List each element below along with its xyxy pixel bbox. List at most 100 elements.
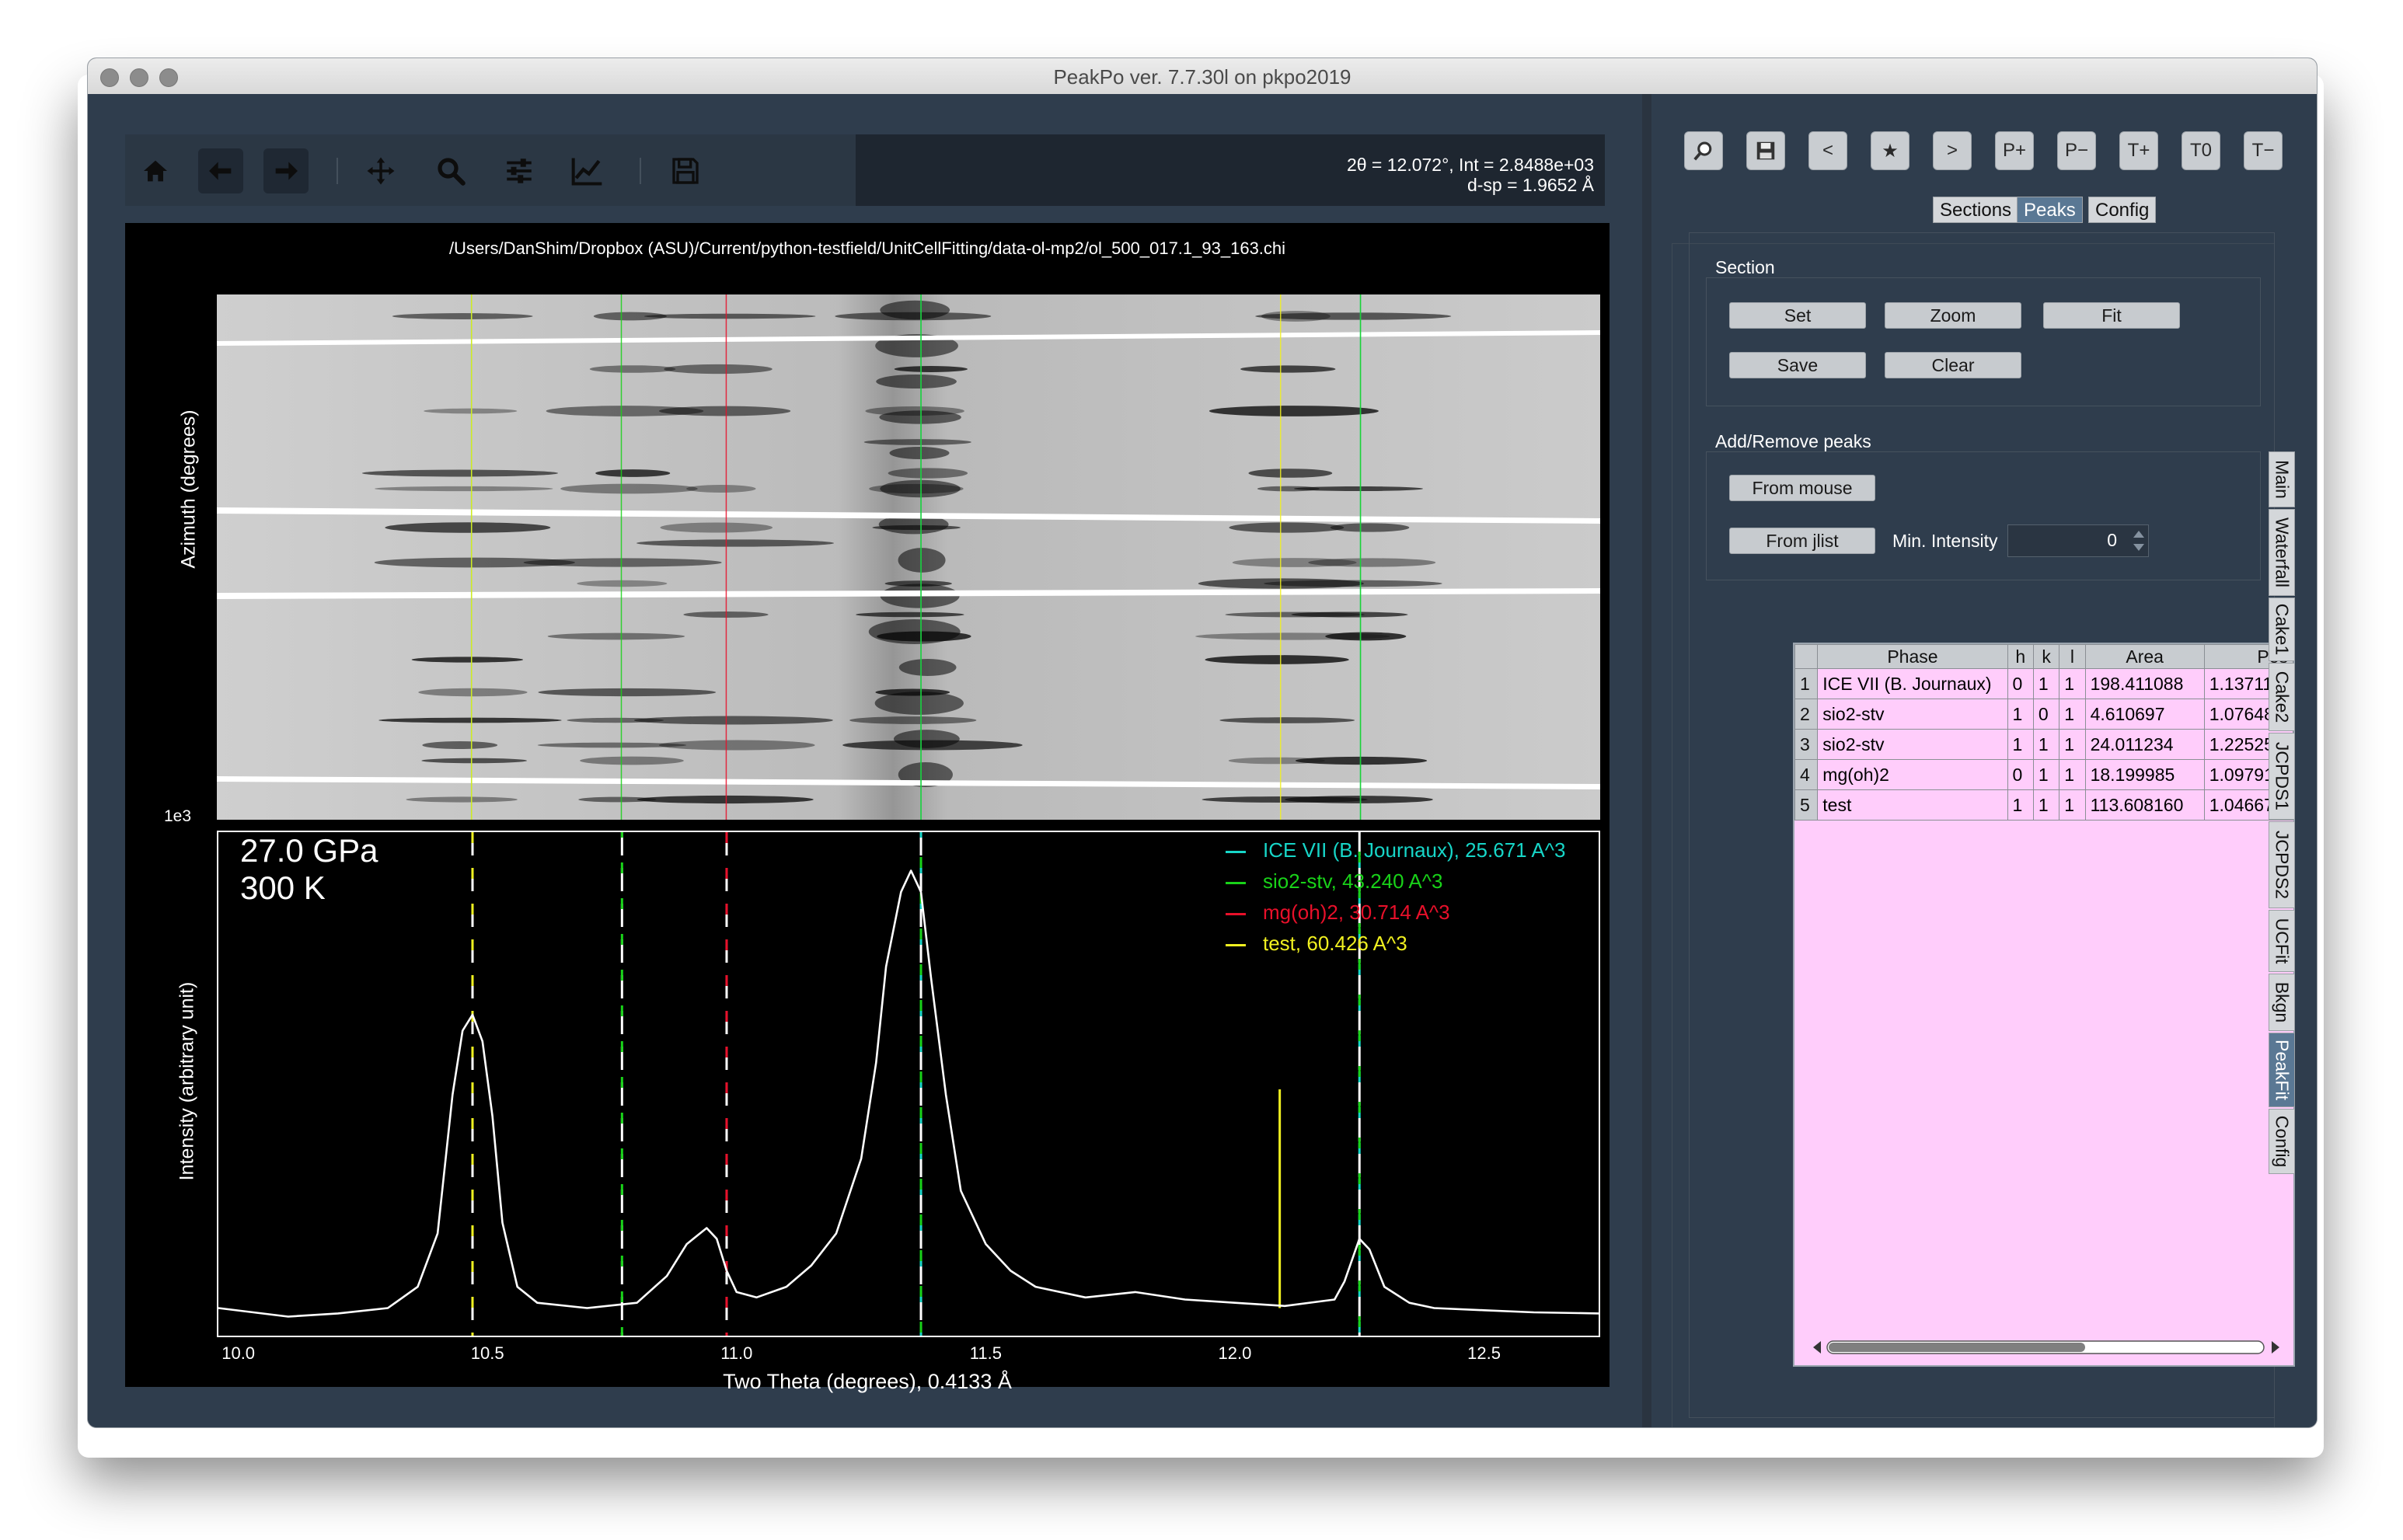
side-tab-cake2[interactable]: Cake2 xyxy=(2269,663,2295,731)
row-number[interactable]: 3 xyxy=(1794,729,1819,760)
temperature-down-button[interactable]: T− xyxy=(2244,131,2283,170)
side-tab-jcpds1[interactable]: JCPDS1 xyxy=(2269,733,2295,820)
table-row[interactable]: 2 sio2-stv 1 0 1 4.610697 1.07648 xyxy=(1794,699,2293,730)
peak-table-grid: Phase h k l Area Pos 1ICE VII (B. Journa… xyxy=(1794,644,2293,821)
tab-sections[interactable]: Sections xyxy=(1933,197,2019,223)
cell-l[interactable]: 1 xyxy=(2059,668,2086,699)
side-tab-bkgn[interactable]: Bkgn xyxy=(2269,974,2295,1031)
side-tab-jcpds2[interactable]: JCPDS2 xyxy=(2269,821,2295,908)
table-row[interactable]: 4 mg(oh)2 0 1 1 18.199985 1.09791 xyxy=(1794,759,2293,790)
side-tab-label: Main xyxy=(2272,460,2293,499)
search-icon[interactable] xyxy=(1684,131,1723,170)
section-group-label: Section xyxy=(1715,257,1775,277)
table-row[interactable]: 3 sio2-stv 1 1 1 24.011234 1.22525 xyxy=(1794,729,2293,760)
row-number[interactable]: 2 xyxy=(1794,699,1819,730)
cake-diffraction-streak xyxy=(636,795,814,804)
cell-l[interactable]: 1 xyxy=(2059,729,2086,760)
row-number[interactable]: 1 xyxy=(1794,668,1819,699)
cake-image[interactable] xyxy=(217,294,1600,820)
side-tab-main[interactable]: Main xyxy=(2269,451,2295,507)
column-header-h[interactable]: h xyxy=(2007,644,2034,669)
side-tab-cake1[interactable]: Cake1 xyxy=(2269,598,2295,661)
side-tab-waterfall[interactable]: Waterfall xyxy=(2269,509,2295,596)
tab-peaks[interactable]: Peaks xyxy=(2017,197,2083,223)
cell-area[interactable]: 4.610697 xyxy=(2084,699,2205,730)
cell-k[interactable]: 0 xyxy=(2032,699,2060,730)
cell-l[interactable]: 1 xyxy=(2059,789,2086,821)
pressure-down-button[interactable]: P− xyxy=(2057,131,2096,170)
cell-phase[interactable]: mg(oh)2 xyxy=(1817,759,2008,790)
edit-axes-icon[interactable] xyxy=(565,148,610,193)
side-tab-peakfit[interactable]: PeakFit xyxy=(2269,1033,2295,1107)
temperature-zero-button[interactable]: T0 xyxy=(2182,131,2220,170)
cell-h[interactable]: 1 xyxy=(2007,789,2034,821)
save-figure-icon[interactable] xyxy=(663,148,708,193)
cell-area[interactable]: 198.411088 xyxy=(2084,668,2205,699)
from-jlist-button[interactable]: From jlist xyxy=(1729,528,1875,554)
prev-button[interactable]: < xyxy=(1808,131,1847,170)
readout-two-theta-intensity: 2θ = 12.072°, Int = 2.8488e+03 xyxy=(1346,155,1594,175)
cell-phase[interactable]: test xyxy=(1817,789,2008,821)
temperature-up-button[interactable]: T+ xyxy=(2119,131,2158,170)
cake-diffraction-streak xyxy=(411,657,524,663)
cell-area[interactable]: 18.199985 xyxy=(2084,759,2205,790)
save-icon[interactable] xyxy=(1746,131,1785,170)
plot-pane: 2θ = 12.072°, Int = 2.8488e+03 d-sp = 1.… xyxy=(88,94,1642,1427)
table-row[interactable]: 1 ICE VII (B. Journaux) 0 1 1 198.411088 1.137… xyxy=(1794,668,2293,699)
zoom-magnifier-icon[interactable] xyxy=(428,148,473,193)
cell-area[interactable]: 113.608160 xyxy=(2084,789,2205,821)
section-set-button[interactable]: Set xyxy=(1729,302,1866,329)
cell-phase[interactable]: sio2-stv xyxy=(1817,729,2008,760)
table-horizontal-scrollbar[interactable] xyxy=(1812,1339,2281,1356)
intensity-plot-area[interactable]: 27.0 GPa 300 K ICE VII (B. Journaux), 25… xyxy=(217,831,1600,1337)
cell-k[interactable]: 1 xyxy=(2032,668,2060,699)
forward-arrow-icon[interactable] xyxy=(263,148,309,193)
x-tick-label: 11.0 xyxy=(720,1343,753,1363)
cell-h[interactable]: 0 xyxy=(2007,668,2034,699)
star-button[interactable]: ★ xyxy=(1871,131,1909,170)
column-header-phase[interactable]: Phase xyxy=(1817,644,2008,669)
from-mouse-button[interactable]: From mouse xyxy=(1729,475,1875,501)
side-tab-config[interactable]: Config xyxy=(2269,1109,2295,1174)
x-tick-label: 10.0 xyxy=(221,1343,256,1363)
column-header-k[interactable]: k xyxy=(2032,644,2060,669)
pressure-label: 27.0 GPa xyxy=(240,832,378,869)
min-intensity-spinbox[interactable]: 0 xyxy=(2007,524,2149,557)
row-number[interactable]: 5 xyxy=(1794,789,1819,821)
app-window: PeakPo ver. 7.7.30l on pkpo2019 2θ = 12.… xyxy=(87,57,2318,1428)
cell-l[interactable]: 1 xyxy=(2059,759,2086,790)
column-header-l[interactable]: l xyxy=(2059,644,2086,669)
cell-k[interactable]: 1 xyxy=(2032,789,2060,821)
plot-figure[interactable]: /Users/DanShim/Dropbox (ASU)/Current/pyt… xyxy=(125,223,1610,1393)
cell-area[interactable]: 24.011234 xyxy=(2084,729,2205,760)
cell-k[interactable]: 1 xyxy=(2032,759,2060,790)
temperature-label: 300 K xyxy=(240,869,326,906)
tab-config[interactable]: Config xyxy=(2088,197,2157,223)
column-header-area[interactable]: Area xyxy=(2084,644,2205,669)
cell-k[interactable]: 1 xyxy=(2032,729,2060,760)
row-number[interactable]: 4 xyxy=(1794,759,1819,790)
readout-d-spacing: d-sp = 1.9652 Å xyxy=(1467,175,1594,195)
spinbox-arrows[interactable] xyxy=(2130,526,2147,556)
section-fit-button[interactable]: Fit xyxy=(2043,302,2180,329)
section-zoom-button[interactable]: Zoom xyxy=(1885,302,2021,329)
pressure-up-button[interactable]: P+ xyxy=(1995,131,2034,170)
pane-splitter[interactable] xyxy=(1642,94,1651,1427)
section-save-button[interactable]: Save xyxy=(1729,352,1866,378)
pan-move-icon[interactable] xyxy=(358,148,403,193)
section-clear-button[interactable]: Clear xyxy=(1885,352,2021,378)
cell-phase[interactable]: sio2-stv xyxy=(1817,699,2008,730)
cell-phase[interactable]: ICE VII (B. Journaux) xyxy=(1817,668,2008,699)
cell-h[interactable]: 1 xyxy=(2007,699,2034,730)
configure-subplots-icon[interactable] xyxy=(497,148,542,193)
home-icon[interactable] xyxy=(133,148,178,193)
cell-h[interactable]: 1 xyxy=(2007,729,2034,760)
cake-diffraction-streak xyxy=(595,469,671,477)
cell-h[interactable]: 0 xyxy=(2007,759,2034,790)
back-arrow-icon[interactable] xyxy=(198,148,243,193)
peak-table[interactable]: Phase h k l Area Pos 1ICE VII (B. Journa… xyxy=(1793,643,2295,1367)
next-button[interactable]: > xyxy=(1933,131,1972,170)
side-tab-ucfit[interactable]: UCFit xyxy=(2269,910,2295,972)
cell-l[interactable]: 1 xyxy=(2059,699,2086,730)
table-row[interactable]: 5 test 1 1 1 113.608160 1.04667 xyxy=(1794,789,2293,821)
